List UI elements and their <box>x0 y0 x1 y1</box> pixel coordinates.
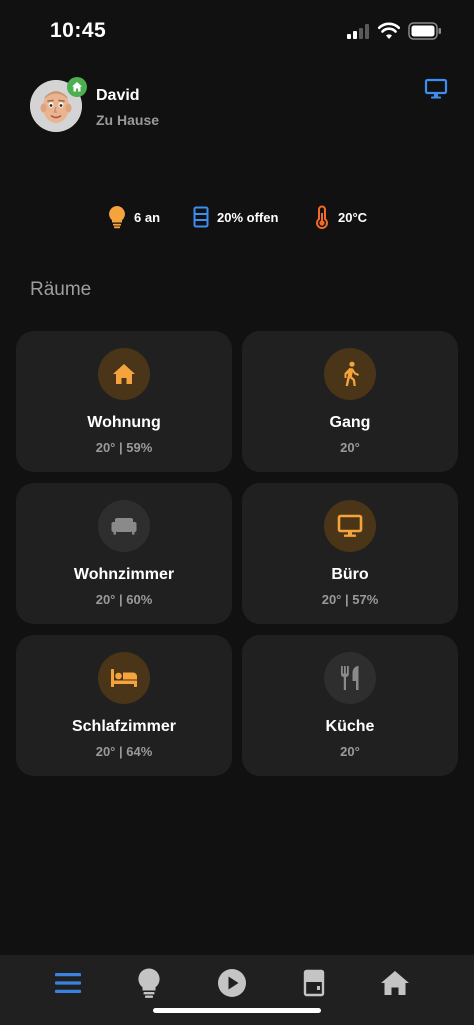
room-name: Schlafzimmer <box>71 718 177 735</box>
thermometer-icon <box>316 205 328 229</box>
temperature-summary[interactable]: 20°C <box>314 204 367 230</box>
rooms-section-title: Räume <box>30 279 92 300</box>
room-stats: 20° | 60% <box>95 592 153 607</box>
tab-home[interactable] <box>377 967 413 999</box>
room-stats: 20° <box>340 744 360 759</box>
home-icon <box>381 971 409 995</box>
status-time: 10:45 <box>50 19 107 42</box>
room-stats: 20° | 57% <box>321 592 379 607</box>
room-icon-circle <box>324 500 376 552</box>
bed-icon <box>111 669 137 687</box>
monitor-icon[interactable] <box>424 78 448 100</box>
sofa-icon <box>111 518 137 535</box>
room-card-wohnung[interactable]: Wohnung 20° | 59% <box>16 331 232 472</box>
lights-summary-text: 6 an <box>134 209 161 225</box>
room-icon-circle <box>98 500 150 552</box>
menu-icon <box>55 973 81 993</box>
covers-summary-text: 20% offen <box>217 209 279 225</box>
room-card-buero[interactable]: Büro 20° | 57% <box>242 483 458 624</box>
room-name: Büro <box>331 566 369 583</box>
bottom-tab-bar <box>0 955 474 1025</box>
room-icon-circle <box>324 652 376 704</box>
user-name: David <box>96 87 140 104</box>
summary-row: 6 an 20% offen 20°C <box>0 204 474 230</box>
room-stats: 20° | 59% <box>95 440 153 455</box>
tab-lights[interactable] <box>131 967 167 999</box>
room-name: Gang <box>329 414 371 431</box>
play-icon <box>218 969 246 997</box>
room-stats: 20° <box>340 440 360 455</box>
lights-summary[interactable]: 6 an <box>108 204 160 230</box>
room-card-kueche[interactable]: Küche 20° <box>242 635 458 776</box>
room-card-gang[interactable]: Gang 20° <box>242 331 458 472</box>
room-card-schlafzimmer[interactable]: Schlafzimmer 20° | 64% <box>16 635 232 776</box>
user-presence-status: Zu Hause <box>96 112 160 128</box>
cellular-signal-icon <box>347 24 369 39</box>
monitor-icon <box>337 514 363 537</box>
walk-icon <box>344 361 359 386</box>
room-stats: 20° | 64% <box>95 744 153 759</box>
wifi-icon <box>378 22 400 39</box>
tab-covers[interactable] <box>296 967 332 999</box>
cutlery-icon <box>341 666 359 690</box>
cover-icon <box>303 969 325 997</box>
room-card-wohnzimmer[interactable]: Wohnzimmer 20° | 60% <box>16 483 232 624</box>
room-name: Küche <box>325 718 375 735</box>
battery-icon <box>408 22 441 40</box>
home-indicator[interactable] <box>153 1008 321 1013</box>
home-icon <box>113 364 135 384</box>
room-icon-circle <box>98 348 150 400</box>
room-icon-circle <box>324 348 376 400</box>
status-bar: 10:45 <box>0 0 474 60</box>
covers-summary[interactable]: 20% offen <box>193 204 278 230</box>
lightbulb-icon <box>109 206 125 229</box>
window-cover-icon <box>193 206 209 228</box>
home-status-badge <box>67 77 87 97</box>
user-profile[interactable]: David Zu Hause <box>30 77 230 134</box>
tab-media[interactable] <box>214 967 250 999</box>
temperature-summary-text: 20°C <box>338 209 368 225</box>
room-name: Wohnzimmer <box>73 566 175 583</box>
room-icon-circle <box>98 652 150 704</box>
lightbulb-icon <box>138 968 160 998</box>
home-icon <box>72 82 82 92</box>
room-name: Wohnung <box>87 414 161 431</box>
tab-menu[interactable] <box>50 967 86 999</box>
